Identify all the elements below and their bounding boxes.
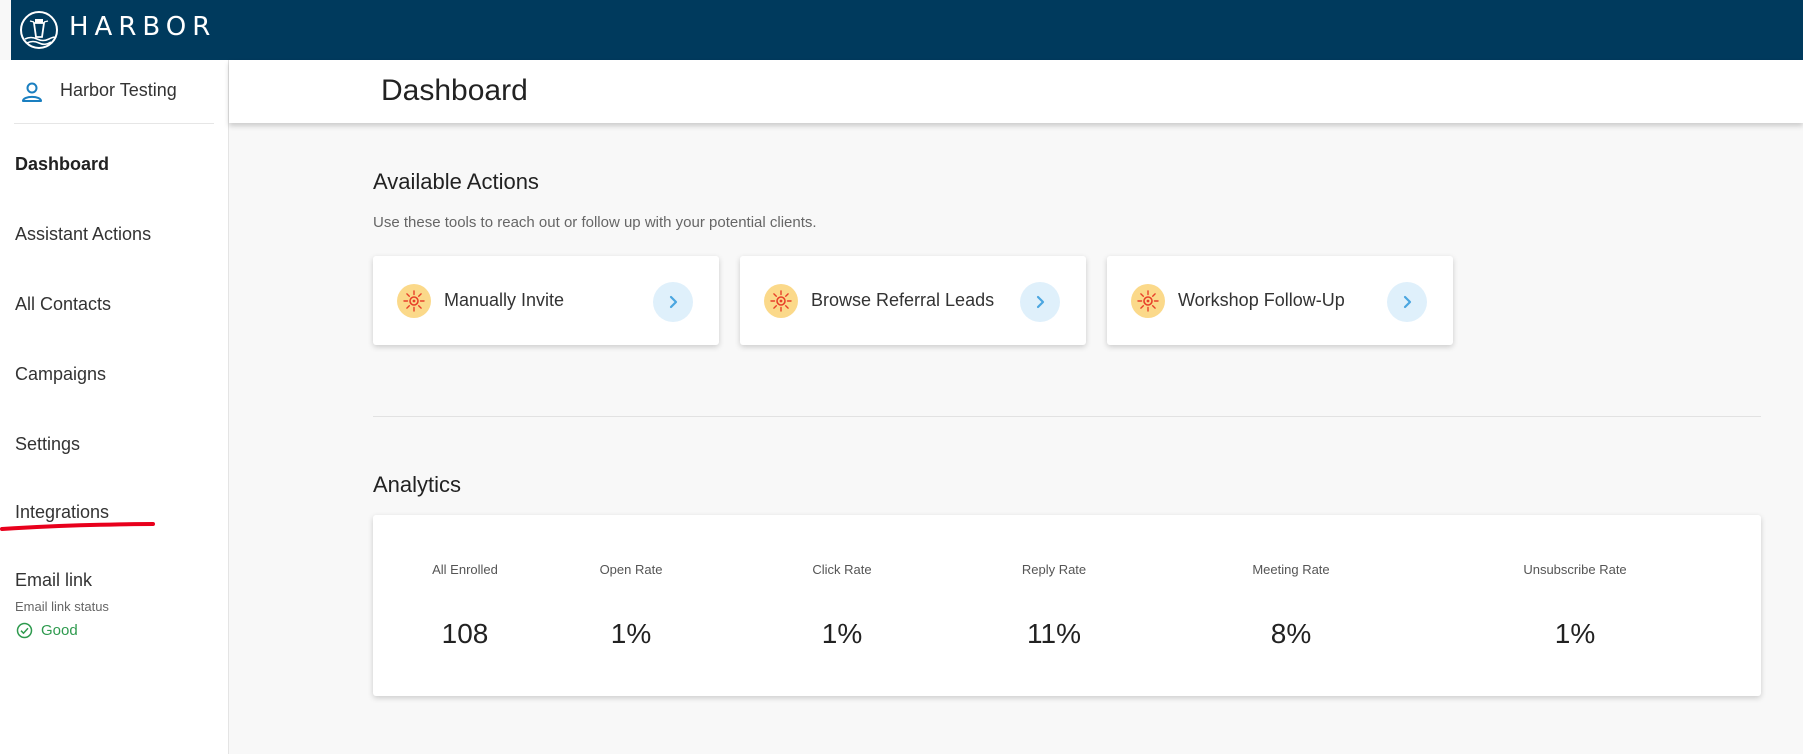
action-card-manually-invite[interactable]: Manually Invite — [373, 256, 719, 345]
metric-value: 108 — [441, 618, 489, 649]
page-title: Dashboard — [381, 74, 528, 107]
metric-value: 1% — [821, 618, 863, 649]
sidebar-item-settings[interactable]: Settings — [15, 434, 80, 455]
sidebar-item-integrations[interactable]: Integrations — [15, 502, 109, 523]
sun-icon — [1131, 284, 1165, 318]
metric-reply-rate: Reply Rate 11% — [974, 515, 1134, 696]
sidebar-divider — [14, 123, 214, 124]
sidebar-item-campaigns[interactable]: Campaigns — [15, 364, 106, 385]
metric-click-rate: Click Rate 1% — [762, 515, 922, 696]
user-profile[interactable]: Harbor Testing — [20, 80, 216, 110]
metric-value: 1% — [610, 618, 652, 649]
brand-name: HARBOR — [69, 12, 217, 42]
sidebar: Harbor Testing Dashboard Assistant Actio… — [0, 60, 229, 754]
chevron-right-icon[interactable] — [1020, 282, 1060, 322]
metric-value: 11% — [1027, 618, 1081, 649]
sidebar-item-dashboard[interactable]: Dashboard — [15, 154, 109, 175]
metric-meeting-rate: Meeting Rate 8% — [1211, 515, 1371, 696]
metric-label: Meeting Rate — [1252, 562, 1330, 577]
sidebar-item-assistant-actions[interactable]: Assistant Actions — [15, 224, 151, 245]
metric-label: Click Rate — [812, 562, 872, 577]
analytics-title: Analytics — [373, 472, 462, 497]
metric-label: Open Rate — [599, 562, 663, 577]
metric-label: Reply Rate — [1021, 562, 1087, 577]
top-bar: HARBOR — [11, 0, 1803, 60]
metric-label: All Enrolled — [432, 562, 498, 577]
sun-icon — [397, 284, 431, 318]
chevron-right-icon[interactable] — [1387, 282, 1427, 322]
page-header: Dashboard — [229, 60, 1803, 123]
metric-unsubscribe-rate: Unsubscribe Rate 1% — [1495, 515, 1655, 696]
metric-label: Unsubscribe Rate — [1523, 562, 1627, 577]
action-label: Workshop Follow-Up — [1178, 290, 1345, 310]
action-label: Manually Invite — [444, 290, 565, 310]
available-actions-subtitle: Use these tools to reach out or follow u… — [373, 214, 817, 231]
lighthouse-logo-icon[interactable] — [19, 10, 59, 50]
check-circle-icon — [16, 622, 33, 639]
user-icon — [20, 80, 44, 104]
email-link-title: Email link — [15, 570, 93, 590]
red-underline-annotation — [0, 521, 160, 540]
metric-open-rate: Open Rate 1% — [551, 515, 711, 696]
analytics-card: All Enrolled 108 Open Rate 1% Click Rate… — [373, 515, 1761, 696]
action-card-workshop-follow-up[interactable]: Workshop Follow-Up — [1107, 256, 1453, 345]
sun-icon — [764, 284, 798, 318]
action-label: Browse Referral Leads — [811, 290, 995, 310]
action-card-browse-referral-leads[interactable]: Browse Referral Leads — [740, 256, 1086, 345]
metric-value: 1% — [1554, 618, 1596, 649]
status-badge: Good — [41, 622, 78, 639]
metric-all-enrolled: All Enrolled 108 — [385, 515, 545, 696]
sidebar-item-all-contacts[interactable]: All Contacts — [15, 294, 111, 315]
section-divider — [373, 416, 1761, 417]
email-link-status-label: Email link status — [15, 599, 109, 614]
metric-value: 8% — [1270, 618, 1312, 649]
user-name: Harbor Testing — [60, 80, 177, 100]
available-actions-title: Available Actions — [373, 169, 539, 194]
chevron-right-icon[interactable] — [653, 282, 693, 322]
